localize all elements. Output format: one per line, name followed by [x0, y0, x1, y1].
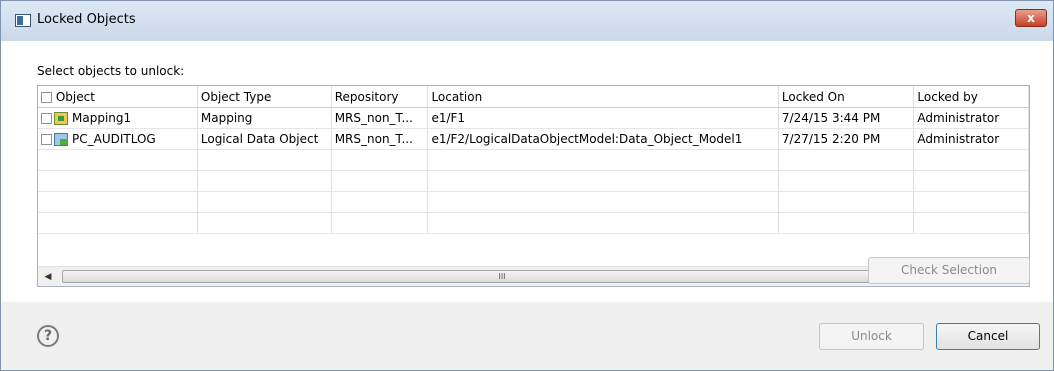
column-header-repository[interactable]: Repository — [331, 86, 429, 108]
column-label: Locked On — [781, 89, 845, 104]
location-cell: e1/F2/LogicalDataObjectModel:Data_Object… — [427, 128, 779, 150]
help-icon[interactable]: ? — [37, 325, 59, 347]
object-name: PC_AUDITLOG — [72, 132, 156, 146]
check-selection-button[interactable]: Check Selection — [868, 257, 1030, 284]
window-icon — [15, 14, 31, 27]
logical-data-object-icon — [54, 133, 68, 146]
dialog-content: Select objects to unlock: Object Object … — [1, 41, 1053, 302]
objects-grid: Object Object Type Repository Location L… — [38, 86, 1029, 234]
column-label: Object — [55, 89, 95, 104]
title-bar[interactable]: Locked Objects x — [1, 1, 1053, 41]
location-cell: e1/F1 — [427, 107, 779, 129]
column-header-object-type[interactable]: Object Type — [197, 86, 332, 108]
instruction-label: Select objects to unlock: — [37, 64, 185, 78]
table-row[interactable]: Mapping1 Mapping MRS_non_T... e1/F1 7/24… — [38, 107, 1029, 129]
column-header-locked-on[interactable]: Locked On — [778, 86, 915, 108]
row-checkbox[interactable] — [41, 134, 52, 145]
object-cell: PC_AUDITLOG — [38, 128, 198, 150]
unlock-button[interactable]: Unlock — [819, 323, 924, 350]
cancel-button[interactable]: Cancel — [936, 323, 1040, 350]
column-label: Repository — [334, 89, 399, 104]
row-checkbox[interactable] — [41, 113, 52, 124]
locked-on-cell: 7/24/15 3:44 PM — [778, 107, 915, 129]
scrollbar-thumb[interactable]: III — [62, 270, 942, 283]
object-cell: Mapping1 — [38, 107, 198, 129]
column-header-location[interactable]: Location — [427, 86, 779, 108]
column-header-locked-by[interactable]: Locked by — [913, 86, 1029, 108]
repository-cell: MRS_non_T... — [331, 128, 429, 150]
empty-row — [38, 170, 1029, 192]
locked-by-cell: Administrator — [913, 128, 1029, 150]
repository-cell: MRS_non_T... — [331, 107, 429, 129]
object-type-cell: Logical Data Object — [197, 128, 332, 150]
table-row[interactable]: PC_AUDITLOG Logical Data Object MRS_non_… — [38, 128, 1029, 150]
locked-objects-dialog: Locked Objects x Select objects to unloc… — [0, 0, 1054, 371]
scroll-left-icon[interactable]: ◀ — [41, 270, 55, 284]
mapping-icon — [54, 112, 68, 125]
close-button[interactable]: x — [1015, 9, 1047, 27]
table-header-row: Object Object Type Repository Location L… — [38, 86, 1029, 108]
column-label: Object Type — [200, 89, 272, 104]
column-header-object[interactable]: Object — [38, 86, 198, 108]
column-label: Locked by — [917, 89, 978, 104]
window-title: Locked Objects — [37, 12, 136, 27]
empty-row — [38, 212, 1029, 234]
select-all-checkbox[interactable] — [41, 91, 52, 103]
empty-row — [38, 149, 1029, 171]
locked-by-cell: Administrator — [913, 107, 1029, 129]
empty-row — [38, 191, 1029, 213]
object-type-cell: Mapping — [197, 107, 332, 129]
locked-on-cell: 7/27/15 2:20 PM — [778, 128, 915, 150]
object-name: Mapping1 — [72, 111, 132, 125]
column-label: Location — [431, 89, 483, 104]
